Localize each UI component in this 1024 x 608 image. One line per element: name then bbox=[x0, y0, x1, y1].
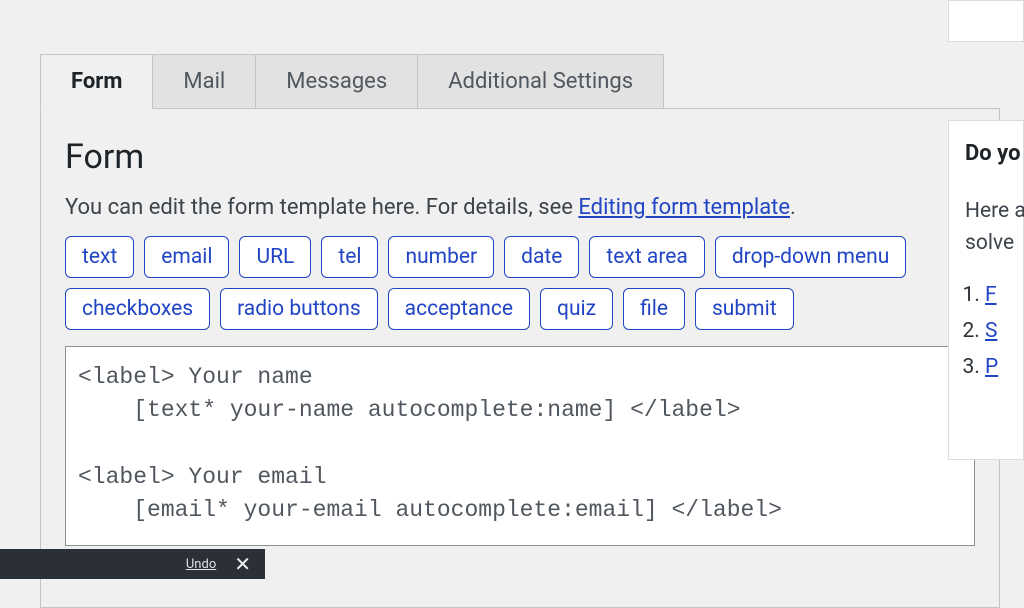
sidebar-list-item-2: S bbox=[985, 319, 1023, 343]
tag-btn-tel[interactable]: tel bbox=[321, 236, 378, 278]
tab-additional-settings[interactable]: Additional Settings bbox=[418, 54, 664, 108]
tag-btn-text[interactable]: text bbox=[65, 236, 134, 278]
sidebar-link-1[interactable]: F bbox=[985, 283, 997, 307]
tag-btn-number[interactable]: number bbox=[388, 236, 494, 278]
undo-link[interactable]: Undo bbox=[186, 557, 216, 572]
tab-messages[interactable]: Messages bbox=[256, 54, 418, 108]
tag-btn-dropdown[interactable]: drop-down menu bbox=[715, 236, 906, 278]
panel-desc-prefix: You can edit the form template here. For… bbox=[65, 195, 578, 220]
sidebar-heading: Do yo bbox=[965, 141, 1023, 166]
close-icon[interactable]: ✕ bbox=[234, 554, 251, 574]
tabs-row: Form Mail Messages Additional Settings bbox=[40, 54, 1000, 108]
sidebar-desc-line1: Here a bbox=[965, 199, 1024, 223]
tag-btn-submit[interactable]: submit bbox=[695, 288, 794, 330]
sidebar-help-box: Do yo Here a solve F S P bbox=[948, 120, 1024, 460]
tag-btn-email[interactable]: email bbox=[144, 236, 229, 278]
tag-btn-checkboxes[interactable]: checkboxes bbox=[65, 288, 210, 330]
panel-desc-suffix: . bbox=[790, 195, 796, 220]
undo-toast: Undo ✕ bbox=[0, 549, 265, 579]
sidebar-desc-line2: solve bbox=[965, 231, 1014, 255]
sidebar-desc: Here a solve bbox=[965, 196, 1023, 259]
tag-btn-quiz[interactable]: quiz bbox=[540, 288, 613, 330]
sidebar-list: F S P bbox=[965, 283, 1023, 379]
tag-btn-textarea[interactable]: text area bbox=[589, 236, 704, 278]
tag-btn-radio[interactable]: radio buttons bbox=[220, 288, 378, 330]
tag-btn-file[interactable]: file bbox=[623, 288, 685, 330]
tab-mail[interactable]: Mail bbox=[153, 54, 256, 108]
tag-btn-acceptance[interactable]: acceptance bbox=[388, 288, 530, 330]
tag-generator-buttons: text email URL tel number date text area… bbox=[65, 236, 975, 330]
sidebar-link-3[interactable]: P bbox=[985, 355, 998, 379]
tab-form[interactable]: Form bbox=[40, 54, 153, 109]
sidebar-list-item-1: F bbox=[985, 283, 1023, 307]
sidebar-link-2[interactable]: S bbox=[985, 319, 997, 343]
sidebar-list-item-3: P bbox=[985, 355, 1023, 379]
tag-btn-url[interactable]: URL bbox=[239, 236, 311, 278]
editing-form-template-link[interactable]: Editing form template bbox=[578, 195, 790, 220]
sidebar-box-top bbox=[948, 0, 1024, 42]
form-template-textarea[interactable]: <label> Your name [text* your-name autoc… bbox=[65, 346, 975, 546]
form-panel: Form You can edit the form template here… bbox=[40, 108, 1000, 608]
tag-btn-date[interactable]: date bbox=[504, 236, 579, 278]
panel-description: You can edit the form template here. For… bbox=[65, 195, 975, 220]
panel-title: Form bbox=[65, 137, 975, 177]
